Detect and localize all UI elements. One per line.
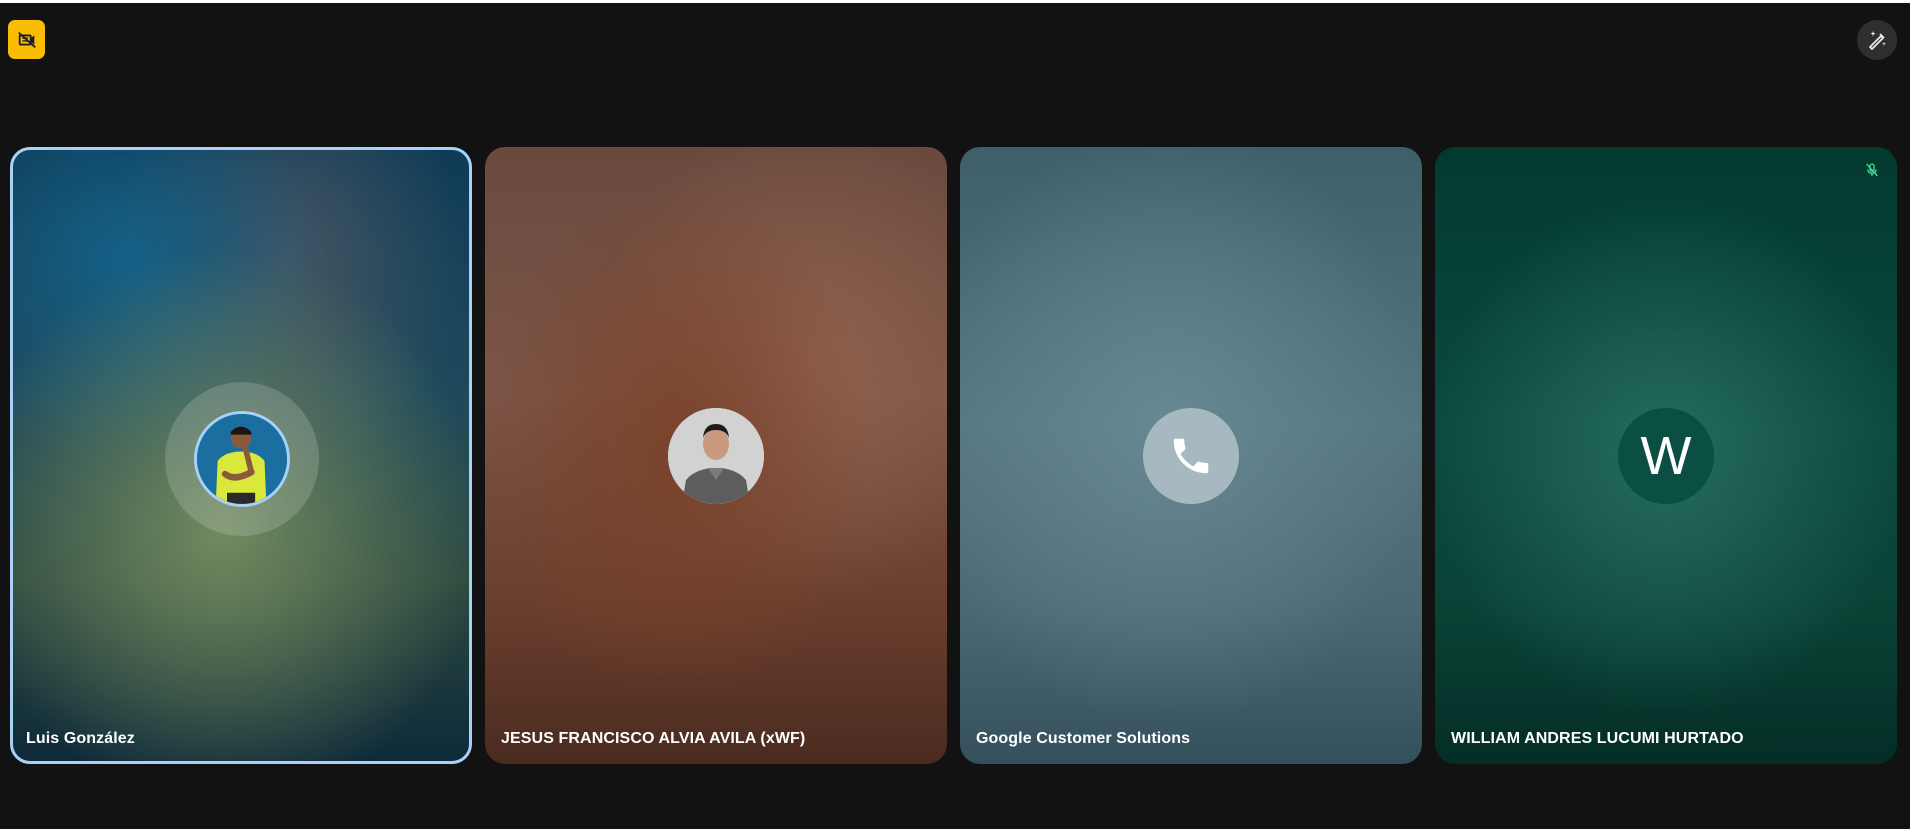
- avatar: [668, 408, 764, 504]
- phone-icon: [1173, 438, 1209, 474]
- participant-name: Google Customer Solutions: [976, 730, 1191, 747]
- participant-tile-jesus[interactable]: JESUS FRANCISCO ALVIA AVILA (xWF): [485, 147, 947, 764]
- avatar: [194, 411, 290, 507]
- top-edge-line: [0, 0, 1910, 3]
- avatar-photo: [197, 414, 287, 504]
- participant-name: WILLIAM ANDRES LUCUMI HURTADO: [1451, 730, 1744, 747]
- participant-name: JESUS FRANCISCO ALVIA AVILA (xWF): [501, 730, 806, 747]
- magic-pen-icon: [1869, 31, 1886, 50]
- avatar-photo: [668, 408, 764, 504]
- video-off-icon: [17, 31, 36, 48]
- avatar-initial: W: [1618, 408, 1714, 504]
- participant-tile-william[interactable]: W WILLIAM ANDRES LUCUMI HURTADO: [1435, 147, 1897, 764]
- visual-effects-button[interactable]: [1857, 20, 1897, 60]
- participant-tile-luis[interactable]: Luis González: [10, 147, 472, 764]
- participant-name: Luis González: [26, 730, 135, 747]
- video-off-badge-button[interactable]: [8, 20, 45, 59]
- avatar: [1143, 408, 1239, 504]
- mic-off-icon: [1861, 159, 1883, 181]
- participant-tile-google-customer-solutions[interactable]: Google Customer Solutions: [960, 147, 1422, 764]
